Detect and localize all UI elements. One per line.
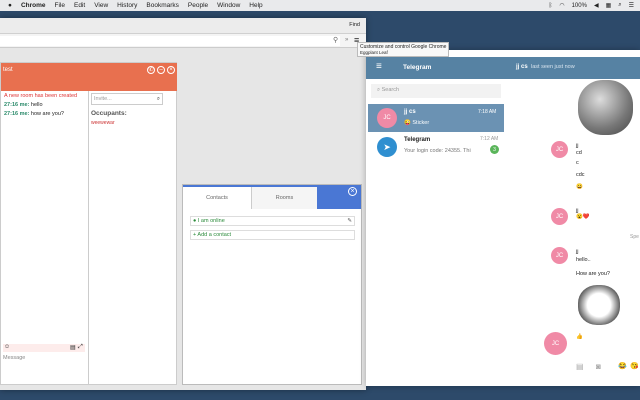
volume-icon[interactable]: ◀ (594, 2, 599, 9)
sticker-image (578, 285, 620, 325)
menu-bar: ● Chrome File Edit View History Bookmark… (0, 0, 640, 11)
tab-rooms[interactable]: Rooms (251, 187, 317, 209)
add-contact-button[interactable]: + Add a contact (190, 230, 355, 240)
dialog-item[interactable]: JC jj cs 7:18 AM 😜 Sticker (368, 104, 504, 132)
telegram-header: ≡ Telegram jj cs last seen just now (366, 57, 640, 79)
message-text: hello (30, 102, 43, 108)
browser-window: Find ⚲ » ≡ test ✆ – × A new room has bee… (0, 18, 366, 390)
dialog-time: 7:12 AM (480, 136, 499, 142)
dialog-preview: 😜 Sticker (404, 120, 430, 126)
room-header: test ✆ – × (1, 63, 177, 91)
minimize-icon[interactable]: – (157, 66, 165, 74)
menu-history[interactable]: History (117, 2, 137, 9)
chat-area: JC jj cd c cdc 😀 JC jj 😮❤️ Spe JC jj hello.. Ho… (506, 80, 640, 386)
toolbar: ⚲ » ≡ (0, 34, 366, 48)
message-toolbar: ☺ ▤ ⤢ (3, 344, 85, 352)
hamburger-icon[interactable]: ≡ (376, 61, 382, 72)
menu-edit[interactable]: Edit (74, 2, 85, 9)
close-icon[interactable]: × (348, 187, 357, 196)
message-time: 27:16 me: (4, 111, 30, 117)
menu-people[interactable]: People (188, 2, 208, 9)
message-group: jj 😮❤️ (576, 208, 590, 220)
attach-file-icon[interactable]: ▤ (576, 362, 584, 371)
battery-text: 100% (571, 2, 587, 9)
search-input[interactable]: ⌕ Search (371, 84, 501, 98)
list-icon[interactable]: ☰ (629, 2, 634, 9)
menu-window[interactable]: Window (217, 2, 240, 9)
emoji-icon[interactable]: 😘 (630, 362, 639, 370)
search-icon: ⌕ (156, 96, 160, 102)
message-input[interactable]: Message (3, 355, 25, 361)
dialog-preview: Your login code: 24355. Thi (404, 148, 471, 154)
message-group: jj hello.. How are you? (576, 249, 610, 277)
avatar: JC (551, 247, 568, 264)
wifi-icon[interactable]: ◠ (559, 2, 564, 9)
edit-icon[interactable]: ✎ (347, 218, 352, 224)
message-text: how are you? (30, 111, 64, 117)
avatar: JC (377, 108, 397, 128)
menu-view[interactable]: View (94, 2, 108, 9)
message-time: 27:16 me: (4, 102, 30, 108)
key-icon[interactable]: ⚲ (333, 36, 338, 44)
invite-input[interactable]: Invite... ⌕ (91, 93, 163, 105)
title-bar: Find (0, 18, 366, 34)
divider (88, 91, 89, 384)
find-label[interactable]: Find (349, 22, 360, 28)
resize-icon[interactable]: ⤢ (78, 344, 83, 351)
avatar: JC (551, 141, 568, 158)
tooltip: Customize and control Google Chrome Eggpl… (357, 42, 450, 57)
address-bar[interactable] (0, 36, 340, 46)
telegram-window: ≡ Telegram jj cs last seen just now ⌕ Se… (366, 50, 640, 386)
sticker-image (578, 80, 633, 135)
occupant[interactable]: weewewar (91, 120, 115, 126)
status-field[interactable]: ● I am online ✎ (190, 216, 355, 226)
file-icon[interactable]: ▤ (70, 344, 76, 351)
message-text: 👍 (576, 334, 583, 340)
close-icon[interactable]: × (167, 66, 175, 74)
system-message: A new room has been created (4, 93, 78, 99)
menu-bookmarks[interactable]: Bookmarks (146, 2, 179, 9)
emoji-icon[interactable]: ☺ (4, 344, 10, 350)
room-chat-panel: test ✆ – × A new room has been created 2… (0, 62, 177, 385)
unread-badge: 3 (490, 145, 499, 154)
apple-icon[interactable]: ● (8, 2, 12, 9)
message-group: jj cd c cdc 😀 (576, 143, 585, 190)
menu-help[interactable]: Help (249, 2, 262, 9)
bluetooth-icon[interactable]: ᛒ (549, 3, 553, 9)
call-icon[interactable]: ✆ (147, 66, 155, 74)
contacts-panel: Contacts Rooms × ● I am online ✎ + Add a … (182, 184, 362, 385)
dialog-name: jj cs (404, 109, 416, 115)
dialog-time: 7:18 AM (478, 109, 497, 115)
flag-icon[interactable]: ▦ (606, 2, 612, 9)
chat-name[interactable]: jj cs (516, 64, 528, 70)
dialog-item[interactable]: ➤ Telegram 7:12 AM Your login code: 2435… (368, 134, 504, 162)
side-label: Spe (630, 234, 639, 240)
emoji-icon[interactable]: 😂 (618, 362, 627, 370)
menu-chrome[interactable]: Chrome (21, 2, 46, 9)
room-title: test (3, 67, 13, 73)
camera-icon[interactable]: ◙ (596, 362, 601, 371)
telegram-logo-icon: ➤ (377, 137, 397, 157)
status-area: ᛒ ◠ 100% ◀ ▦ ⌕ ☰ (549, 0, 634, 11)
menu-file[interactable]: File (55, 2, 65, 9)
dialog-name: Telegram (404, 137, 431, 143)
chat-status: last seen just now (531, 64, 575, 70)
avatar: JC (544, 332, 567, 355)
online-icon: ● (193, 218, 197, 224)
occupants-label: Occupants: (91, 110, 127, 117)
extensions-chevron-icon[interactable]: » (345, 37, 348, 43)
app-title: Telegram (403, 64, 432, 71)
tab-contacts[interactable]: Contacts (183, 187, 251, 209)
avatar: JC (551, 208, 568, 225)
search-icon[interactable]: ⌕ (618, 2, 621, 9)
